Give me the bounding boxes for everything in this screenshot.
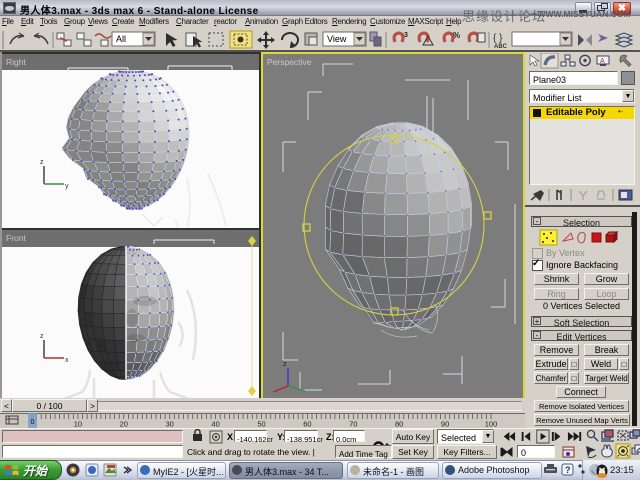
svg-text:{ }: { } <box>493 33 503 44</box>
svg-text:z: z <box>40 333 44 340</box>
svg-text:70: 70 <box>349 420 357 429</box>
svg-text:3: 3 <box>404 32 408 39</box>
svg-text:ABC: ABC <box>494 44 508 50</box>
svg-text:x: x <box>65 357 69 364</box>
svg-text:10: 10 <box>74 420 82 429</box>
svg-text:0: 0 <box>30 417 34 426</box>
svg-text:Perspective: Perspective <box>267 57 312 67</box>
svg-text:%: % <box>453 31 460 40</box>
svg-text:y: y <box>65 183 69 190</box>
svg-text:90: 90 <box>441 420 449 429</box>
svg-text:View: View <box>327 34 347 44</box>
svg-text:All: All <box>116 34 126 44</box>
svg-text:Front: Front <box>6 233 26 243</box>
svg-text:80: 80 <box>395 420 403 429</box>
svg-text:z: z <box>283 361 287 368</box>
svg-text:20: 20 <box>120 420 128 429</box>
svg-text:50: 50 <box>257 420 265 429</box>
svg-text:Right: Right <box>6 57 26 67</box>
svg-text:A: A <box>600 58 605 65</box>
svg-text:?: ? <box>565 465 571 475</box>
svg-text:40: 40 <box>211 420 219 429</box>
svg-text:60: 60 <box>303 420 311 429</box>
svg-text:z: z <box>40 159 44 166</box>
svg-text:100: 100 <box>485 420 498 429</box>
svg-text:30: 30 <box>166 420 174 429</box>
